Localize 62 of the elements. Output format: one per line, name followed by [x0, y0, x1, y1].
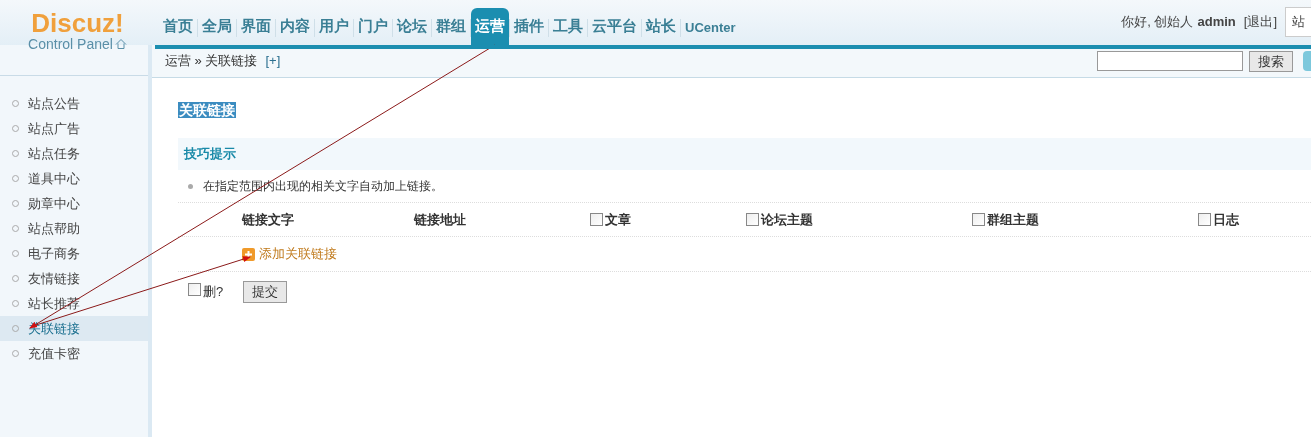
checkbox[interactable] — [590, 213, 603, 226]
checkbox[interactable] — [972, 213, 985, 226]
nav-tab[interactable]: 内容 — [276, 16, 314, 40]
site-field[interactable]: 站 — [1285, 7, 1311, 37]
search-button[interactable]: 搜索 — [1249, 50, 1293, 72]
sidebar-item[interactable]: 站点任务 — [0, 141, 148, 166]
column-header: 文章 — [605, 210, 631, 229]
checkbox[interactable] — [1198, 213, 1211, 226]
bullet-icon — [12, 325, 19, 332]
nav-tab[interactable]: UCenter — [681, 16, 740, 40]
checkbox[interactable] — [188, 283, 201, 297]
bullet-icon — [12, 250, 19, 257]
logo-title: Discuz! — [31, 10, 124, 36]
nav-tab[interactable]: 界面 — [237, 16, 275, 40]
greeting-text: 你好, 创始人 — [1121, 13, 1194, 32]
add-shortcut-link[interactable]: [+] — [265, 51, 281, 71]
column-header: 链接地址 — [414, 210, 466, 229]
bullet-icon — [12, 150, 19, 157]
bullet-icon — [12, 100, 19, 107]
sidebar-item[interactable]: 站点公告 — [0, 91, 148, 116]
nav-tab[interactable]: 全局 — [198, 16, 236, 40]
bullet-icon — [12, 275, 19, 282]
sidebar-item[interactable]: 站点广告 — [0, 116, 148, 141]
nav-tab[interactable]: 站长 — [642, 16, 680, 40]
column-header: 日志 — [1213, 210, 1239, 229]
submit-button[interactable]: 提交 — [243, 281, 288, 303]
column-header: 群组主题 — [987, 210, 1039, 229]
username: admin — [1197, 13, 1236, 32]
sidebar-item[interactable]: 站点帮助 — [0, 216, 148, 241]
sidebar-item[interactable]: 充值卡密 — [0, 341, 148, 366]
column-header: 论坛主题 — [761, 210, 813, 229]
nav-tab[interactable]: 门户 — [354, 16, 392, 40]
bullet-icon — [12, 175, 19, 182]
logout-link[interactable]: [退出] — [1243, 12, 1277, 32]
sidebar-item[interactable]: 勋章中心 — [0, 191, 148, 216]
bullet-icon — [12, 225, 19, 232]
add-link[interactable]: 添加关联链接 — [242, 244, 337, 264]
nav-tab[interactable]: 论坛 — [393, 16, 431, 40]
nav-tab[interactable]: 插件 — [510, 16, 548, 40]
tip-text: 在指定范围内出现的相关文字自动加上链接。 — [203, 178, 443, 195]
column-header: 链接文字 — [242, 210, 294, 229]
bullet-icon — [12, 125, 19, 132]
sidebar-item[interactable]: 道具中心 — [0, 166, 148, 191]
tips-heading: 技巧提示 — [178, 138, 1311, 170]
nav-tab[interactable]: 工具 — [549, 16, 587, 40]
bullet-icon — [12, 350, 19, 357]
nav-tab[interactable]: 云平台 — [588, 16, 641, 40]
search-field[interactable] — [1097, 51, 1243, 71]
bullet-icon — [12, 300, 19, 307]
sidebar-item[interactable]: 友情链接 — [0, 266, 148, 291]
nav-tab[interactable]: 用户 — [315, 16, 353, 40]
page-title: 关联链接 — [178, 102, 236, 118]
bullet-icon — [188, 183, 193, 189]
nav-tab[interactable]: 群组 — [432, 16, 470, 40]
delete-label: 删? — [203, 283, 224, 302]
logo-subtitle: Control Panel — [28, 36, 113, 52]
sidebar-item[interactable]: 电子商务 — [0, 241, 148, 266]
bullet-icon — [12, 200, 19, 207]
nav-tab[interactable]: 首页 — [159, 16, 197, 40]
home-icon — [114, 39, 127, 49]
checkbox[interactable] — [746, 213, 759, 226]
breadcrumb: 运营 » 关联链接 — [165, 52, 258, 71]
